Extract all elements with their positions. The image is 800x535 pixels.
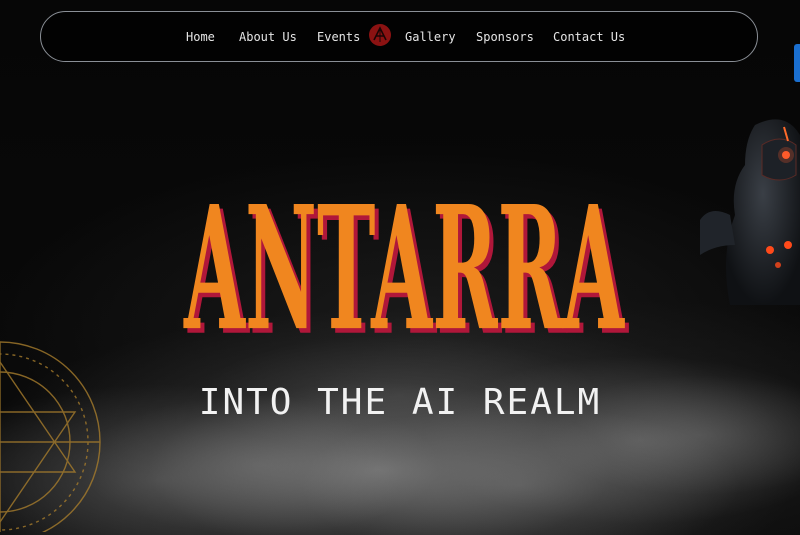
hero-title: ANTARRA ANTARRA — [183, 168, 629, 348]
nav-home[interactable]: Home — [186, 30, 215, 44]
hero-title-text: ANTARRA — [183, 168, 625, 348]
antarra-logo-icon[interactable] — [368, 23, 392, 47]
hero-subtitle: INTO THE AI REALM — [198, 382, 602, 423]
nav-events[interactable]: Events — [317, 30, 360, 44]
nav-contact-us[interactable]: Contact Us — [553, 30, 625, 44]
nav-gallery[interactable]: Gallery — [405, 30, 456, 44]
golden-ring-icon — [0, 341, 101, 532]
page-background: Home About Us Events Gallery Sponsors Co… — [0, 0, 800, 535]
top-nav: Home About Us Events Gallery Sponsors Co… — [40, 11, 758, 62]
side-tab[interactable] — [794, 44, 800, 82]
nav-about-us[interactable]: About Us — [239, 30, 297, 44]
robot-figure-icon — [700, 119, 800, 305]
nav-sponsors[interactable]: Sponsors — [476, 30, 534, 44]
